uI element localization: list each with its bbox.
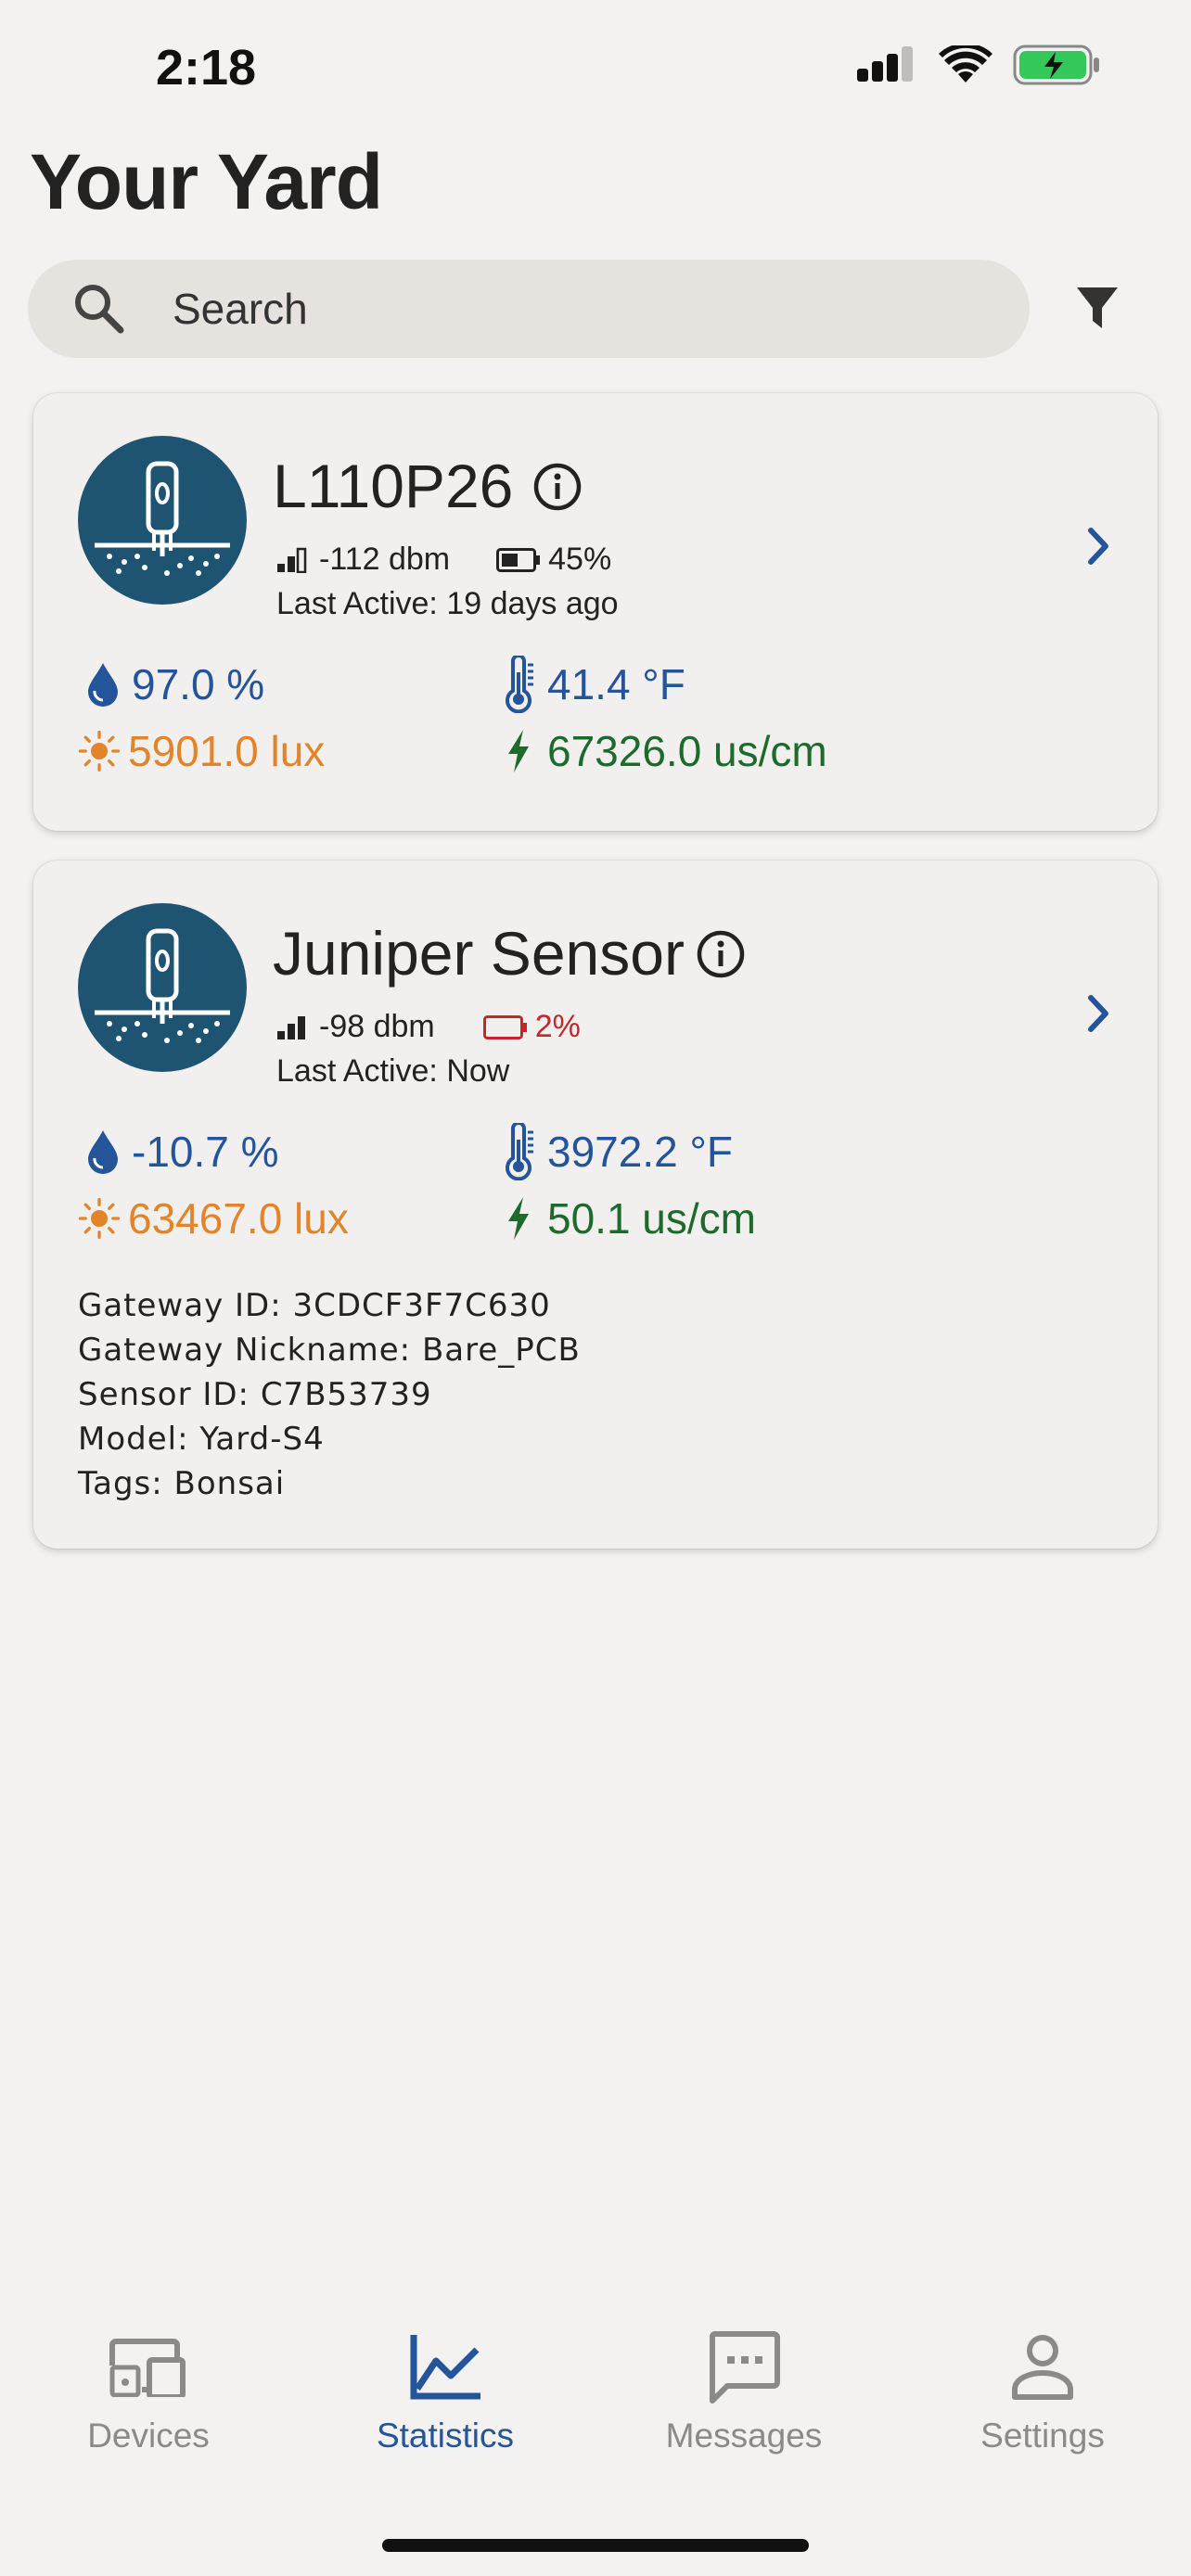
model: Model: Yard-S4 [78, 1421, 325, 1458]
device-name: L110P26 [273, 452, 514, 520]
signal-strength-icon [277, 547, 307, 573]
info-icon[interactable] [696, 929, 746, 979]
conductivity-value: 67326.0 us/cm [547, 727, 827, 775]
filter-icon [1077, 287, 1118, 328]
device-name: Juniper Sensor [273, 919, 685, 988]
soil-sensor-icon [95, 928, 230, 1043]
gateway-id: Gateway ID: 3CDCF3F7C630 [78, 1287, 551, 1324]
water-drop-icon [88, 663, 118, 707]
signal-strength-icon [277, 1015, 305, 1039]
tab-label: Devices [87, 2417, 210, 2455]
temperature-value: 41.4 °F [547, 660, 685, 708]
last-active: Last Active: Now [276, 1053, 510, 1089]
tab-bar: Devices Statistics Messages Settings [0, 2327, 1191, 2476]
lightning-bolt-icon [508, 1197, 529, 1240]
temperature-reading: 41.4 °F [497, 656, 685, 713]
signal-value: -98 dbm [319, 1009, 435, 1044]
light-reading: 63467.0 lux [78, 1192, 349, 1244]
tab-devices[interactable]: Devices [28, 2327, 269, 2455]
home-indicator[interactable] [382, 2539, 809, 2552]
temperature-reading: 3972.2 °F [497, 1123, 733, 1180]
search-icon [75, 285, 124, 334]
conductivity-reading: 67326.0 us/cm [497, 725, 827, 777]
thermometer-icon [506, 656, 533, 713]
conductivity-value: 50.1 us/cm [547, 1194, 756, 1243]
sensor-avatar [78, 436, 247, 605]
device-card[interactable]: Juniper Sensor -98 dbm 2% Last Active: N… [33, 861, 1158, 1549]
device-meta: -112 dbm 45% [276, 542, 611, 578]
thermometer-icon [506, 1123, 533, 1180]
status-icons [855, 45, 1102, 85]
search-input[interactable] [173, 278, 989, 339]
moisture-reading: -10.7 % [82, 1126, 279, 1178]
battery-charging-icon [1013, 45, 1099, 85]
battery-value: 2% [534, 1009, 581, 1044]
battery-status: 2% [482, 1009, 581, 1045]
sun-icon [78, 1197, 121, 1240]
message-icon [709, 2331, 780, 2404]
sun-icon [78, 730, 121, 772]
wifi-icon [939, 45, 992, 83]
person-icon [1012, 2335, 1073, 2400]
light-value: 63467.0 lux [128, 1194, 349, 1243]
water-drop-icon [88, 1130, 118, 1174]
conductivity-reading: 50.1 us/cm [497, 1192, 756, 1244]
status-bar: 2:18 [0, 0, 1191, 139]
battery-value: 45% [548, 542, 612, 577]
tags: Tags: Bonsai [78, 1465, 286, 1502]
tab-messages[interactable]: Messages [623, 2327, 864, 2455]
tab-statistics[interactable]: Statistics [325, 2327, 566, 2455]
tab-label: Settings [980, 2417, 1105, 2455]
lightning-bolt-icon [508, 730, 529, 772]
gateway-nickname: Gateway Nickname: Bare_PCB [78, 1332, 581, 1369]
chevron-right-icon[interactable] [1080, 523, 1117, 569]
tab-label: Statistics [376, 2417, 515, 2455]
light-reading: 5901.0 lux [78, 725, 325, 777]
status-time: 2:18 [156, 40, 257, 96]
search-bar[interactable] [28, 260, 1030, 358]
temperature-value: 3972.2 °F [547, 1128, 733, 1176]
light-value: 5901.0 lux [128, 727, 326, 775]
cellular-signal-icon [857, 46, 913, 82]
page-title: Your Yard [30, 138, 383, 225]
device-meta: -98 dbm 2% [276, 1009, 581, 1045]
tab-label: Messages [665, 2417, 823, 2455]
filter-button[interactable] [1067, 278, 1128, 339]
battery-half-icon [496, 547, 541, 572]
devices-icon [109, 2339, 186, 2397]
last-active: Last Active: 19 days ago [276, 586, 619, 621]
soil-sensor-icon [95, 461, 230, 576]
sensor-avatar [78, 903, 247, 1072]
info-icon[interactable] [532, 462, 583, 512]
device-card[interactable]: L110P26 -112 dbm 45% Last Active: 19 day… [33, 393, 1158, 831]
battery-status: 45% [496, 542, 611, 578]
moisture-value: -10.7 % [132, 1128, 279, 1176]
device-details: Gateway ID: 3CDCF3F7C630 Gateway Nicknam… [78, 1283, 581, 1506]
signal-value: -112 dbm [319, 542, 451, 577]
chevron-right-icon[interactable] [1080, 990, 1117, 1037]
moisture-value: 97.0 % [132, 660, 265, 708]
sensor-id: Sensor ID: C7B53739 [78, 1376, 432, 1413]
moisture-reading: 97.0 % [82, 658, 264, 710]
battery-low-icon [482, 1014, 527, 1039]
tab-settings[interactable]: Settings [922, 2327, 1163, 2455]
chart-line-icon [410, 2335, 480, 2400]
